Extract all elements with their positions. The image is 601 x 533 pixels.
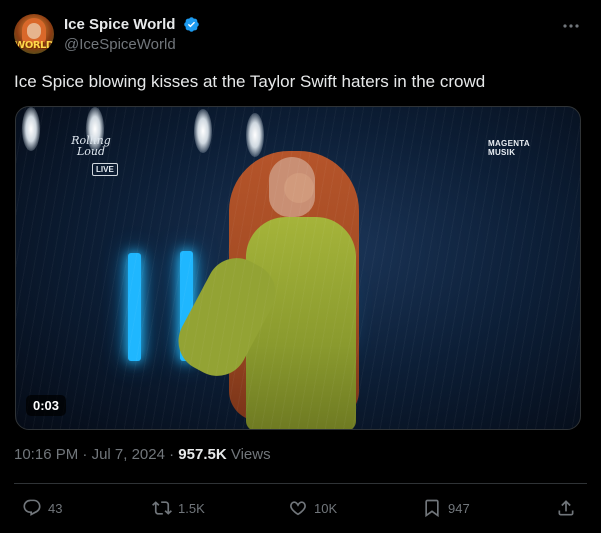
share-button[interactable] [556,493,582,523]
broadcaster-logo: MAGENTA MUSIK [488,139,530,157]
tweet-date[interactable]: Jul 7, 2024 [92,446,165,463]
tweet-header: WORLD Ice Spice World @IceSpiceWorld [14,14,589,58]
reply-count: 43 [48,500,63,516]
bookmark-count: 947 [448,500,470,516]
video-player[interactable]: Rolling Loud LIVE MAGENTA MUSIK 0:03 [15,106,581,430]
handle[interactable]: @IceSpiceWorld [64,36,200,53]
display-name[interactable]: Ice Spice World [64,16,175,33]
avatar-text: WORLD [14,40,54,51]
views-count: 957.5K [178,446,227,463]
tweet-meta: 10:16 PM · Jul 7, 2024 · 957.5K Views [14,446,271,463]
broadcaster-line2: MUSIK [488,148,516,157]
reply-icon [23,499,41,516]
bookmark-button[interactable]: 947 [422,493,470,523]
views-label: Views [230,446,271,463]
tweet-time[interactable]: 10:16 PM [14,446,78,463]
avatar[interactable]: WORLD [14,14,54,54]
meta-separator: · [82,446,88,463]
repost-icon [152,501,172,515]
action-bar: 43 1.5K 10K 947 [14,493,587,523]
avatar-face [27,23,41,39]
repost-button[interactable]: 1.5K [152,493,205,523]
meta-separator: · [169,446,175,463]
like-count: 10K [314,500,338,516]
divider [14,483,587,484]
broadcast-logo: Rolling Loud [71,134,111,158]
like-button[interactable]: 10K [288,493,337,523]
share-icon [558,500,574,516]
repost-count: 1.5K [178,500,205,516]
video-duration: 0:03 [26,395,67,416]
tweet-text: Ice Spice blowing kisses at the Taylor S… [14,72,486,91]
broadcaster-line1: MAGENTA [488,139,530,148]
live-badge: LIVE [92,163,118,176]
verified-badge-icon [184,17,199,33]
author-names: Ice Spice World @IceSpiceWorld [64,16,200,53]
bookmark-icon [425,499,439,518]
heart-icon [290,501,306,516]
reply-button[interactable]: 43 [22,493,62,523]
more-icon[interactable] [561,16,581,36]
